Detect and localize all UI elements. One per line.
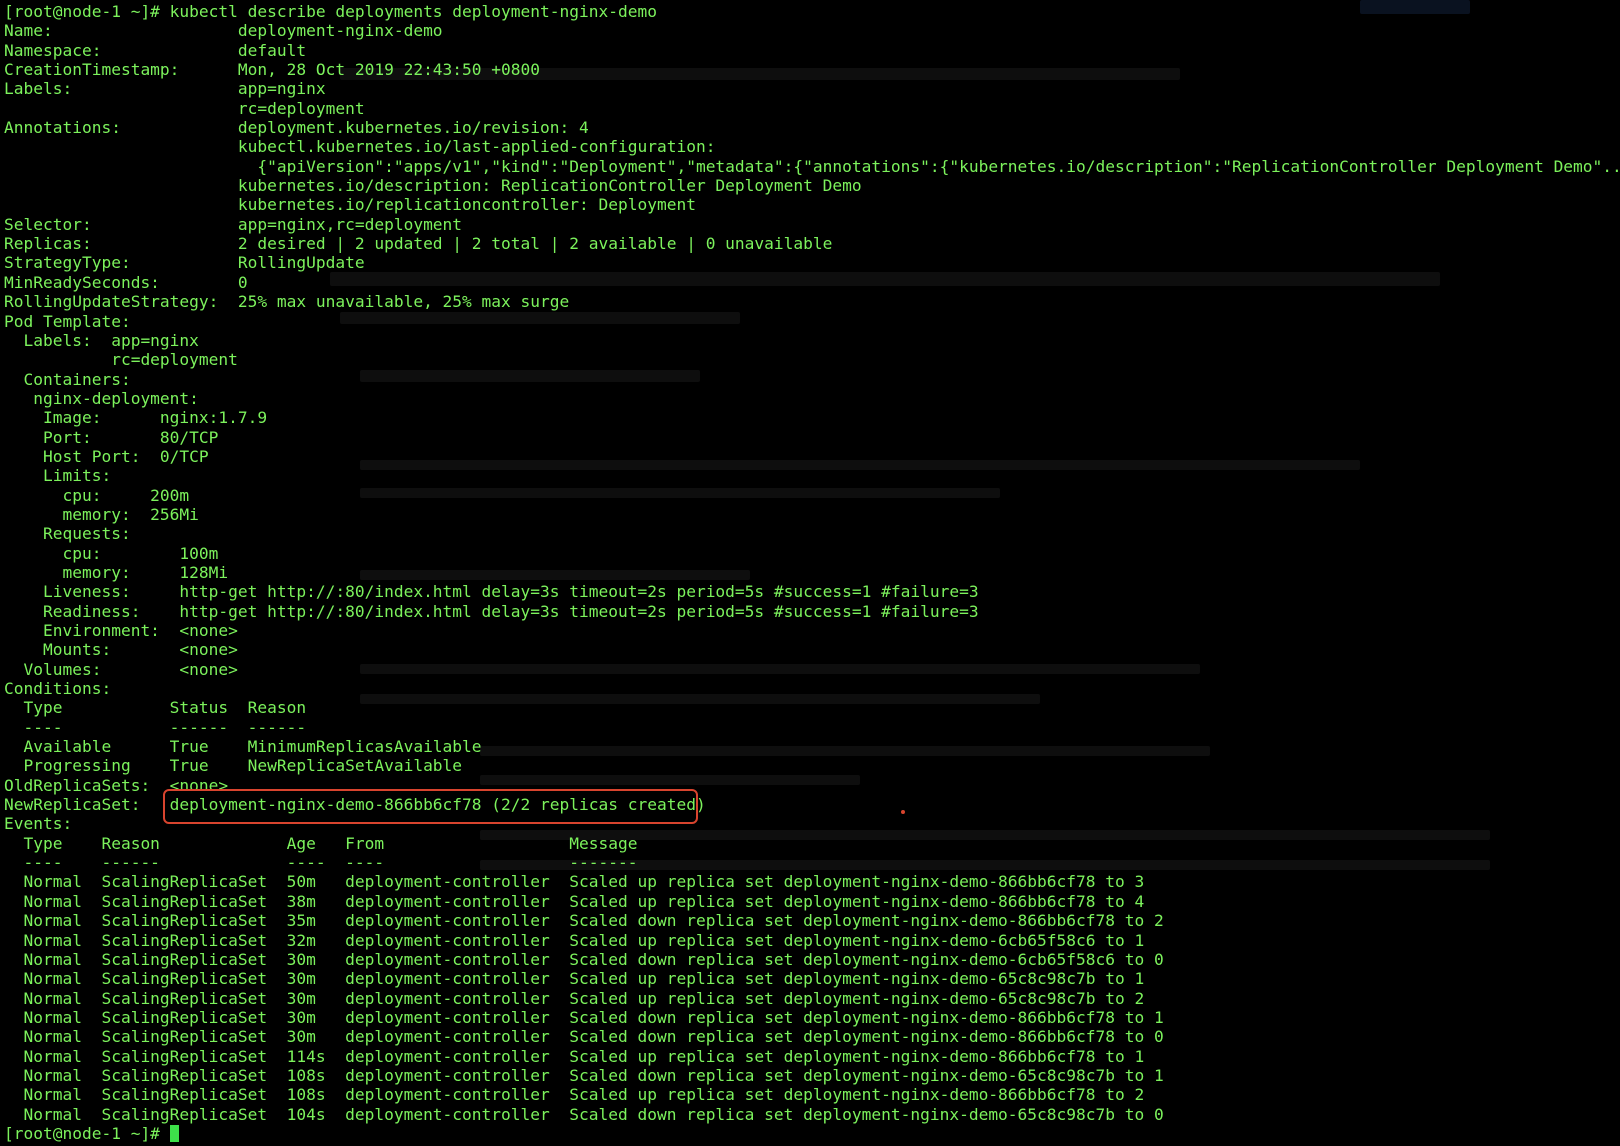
terminal-line: Normal ScalingReplicaSet 50m deployment-… [4,872,1145,892]
terminal-line: Type Status Reason [4,698,307,718]
terminal-line: Normal ScalingReplicaSet 108s deployment… [4,1065,1164,1085]
terminal-line: Labels: app=nginx [4,330,199,350]
terminal-line: Annotations: deployment.kubernetes.io/re… [4,118,589,138]
terminal-line: Normal ScalingReplicaSet 30m deployment-… [4,969,1145,989]
terminal-line: Readiness: http-get http://:80/index.htm… [4,601,979,621]
annotation-dot [901,810,905,814]
terminal-line: Mounts: <none> [4,640,238,660]
terminal-line: MinReadySeconds: 0 [4,272,248,292]
terminal-line: Containers: [4,369,131,389]
terminal-line: [root@node-1 ~]# kubectl describe deploy… [4,2,657,21]
terminal-line: Normal ScalingReplicaSet 38m deployment-… [4,891,1145,911]
terminal-line: Normal ScalingReplicaSet 108s deployment… [4,1085,1145,1105]
terminal-line: Port: 80/TCP [4,427,219,447]
terminal-line: StrategyType: RollingUpdate [4,253,365,273]
terminal-line: memory: 256Mi [4,504,199,524]
terminal-line: Liveness: http-get http://:80/index.html… [4,582,979,602]
terminal-window[interactable]: [root@node-1 ~]# kubectl describe deploy… [0,0,1620,1146]
terminal-line: Normal ScalingReplicaSet 32m deployment-… [4,930,1145,950]
terminal-line: {"apiVersion":"apps/v1","kind":"Deployme… [4,156,1620,176]
terminal-line: cpu: 200m [4,485,190,505]
terminal-line: Namespace: default [4,40,307,60]
terminal-line: Environment: <none> [4,621,238,640]
terminal-line: rc=deployment [4,350,238,370]
terminal-line: Normal ScalingReplicaSet 114s deployment… [4,1046,1145,1066]
terminal-line: Normal ScalingReplicaSet 30m deployment-… [4,988,1145,1008]
terminal-line: Selector: app=nginx,rc=deployment [4,214,463,234]
terminal-line: kubectl.kubernetes.io/last-applied-confi… [4,137,716,157]
terminal-line: rc=deployment [4,98,365,118]
terminal-line: RollingUpdateStrategy: 25% max unavailab… [4,292,570,312]
terminal-line: kubernetes.io/replicationcontroller: Dep… [4,195,696,215]
cursor-block [169,1124,179,1142]
terminal-line: Progressing True NewReplicaSetAvailable [4,756,463,776]
terminal-line: Type Reason Age From Message [4,833,638,853]
terminal-line: nginx-deployment: [4,388,199,408]
terminal-line: Volumes: <none> [4,659,238,679]
terminal-line: Name: deployment-nginx-demo [4,21,443,41]
terminal-line: ---- ------ ------ [4,717,307,737]
terminal-line: Host Port: 0/TCP [4,446,209,466]
terminal-line: cpu: 100m [4,543,219,563]
terminal-line: Labels: app=nginx [4,79,326,99]
terminal-line: Pod Template: [4,311,131,331]
terminal-line: Normal ScalingReplicaSet 30m deployment-… [4,1027,1164,1047]
prompt-text: [root@node-1 ~]# [4,1123,170,1143]
terminal-line: Replicas: 2 desired | 2 updated | 2 tota… [4,234,833,254]
terminal-line: Image: nginx:1.7.9 [4,408,268,428]
terminal-line: Events: [4,814,73,834]
terminal-line: Conditions: [4,679,112,699]
terminal-line: NewReplicaSet: deployment-nginx-demo-866… [4,795,706,815]
terminal-line: CreationTimestamp: Mon, 28 Oct 2019 22:4… [4,60,541,80]
terminal-line: Normal ScalingReplicaSet 30m deployment-… [4,949,1164,969]
terminal-line: Normal ScalingReplicaSet 35m deployment-… [4,911,1164,931]
terminal-line: ---- ------ ---- ---- ------- [4,853,638,873]
terminal-line: Available True MinimumReplicasAvailable [4,737,482,757]
terminal-line: kubernetes.io/description: ReplicationCo… [4,176,862,196]
terminal-line: Limits: [4,466,112,486]
terminal-line: Normal ScalingReplicaSet 104s deployment… [4,1104,1164,1124]
terminal-line: OldReplicaSets: <none> [4,775,229,795]
terminal-line: Normal ScalingReplicaSet 30m deployment-… [4,1007,1164,1027]
terminal-line: memory: 128Mi [4,562,229,582]
prompt-line[interactable]: [root@node-1 ~]# [4,1124,1620,1143]
terminal-output: [root@node-1 ~]# kubectl describe deploy… [4,2,1620,1143]
terminal-line: Requests: [4,524,131,544]
